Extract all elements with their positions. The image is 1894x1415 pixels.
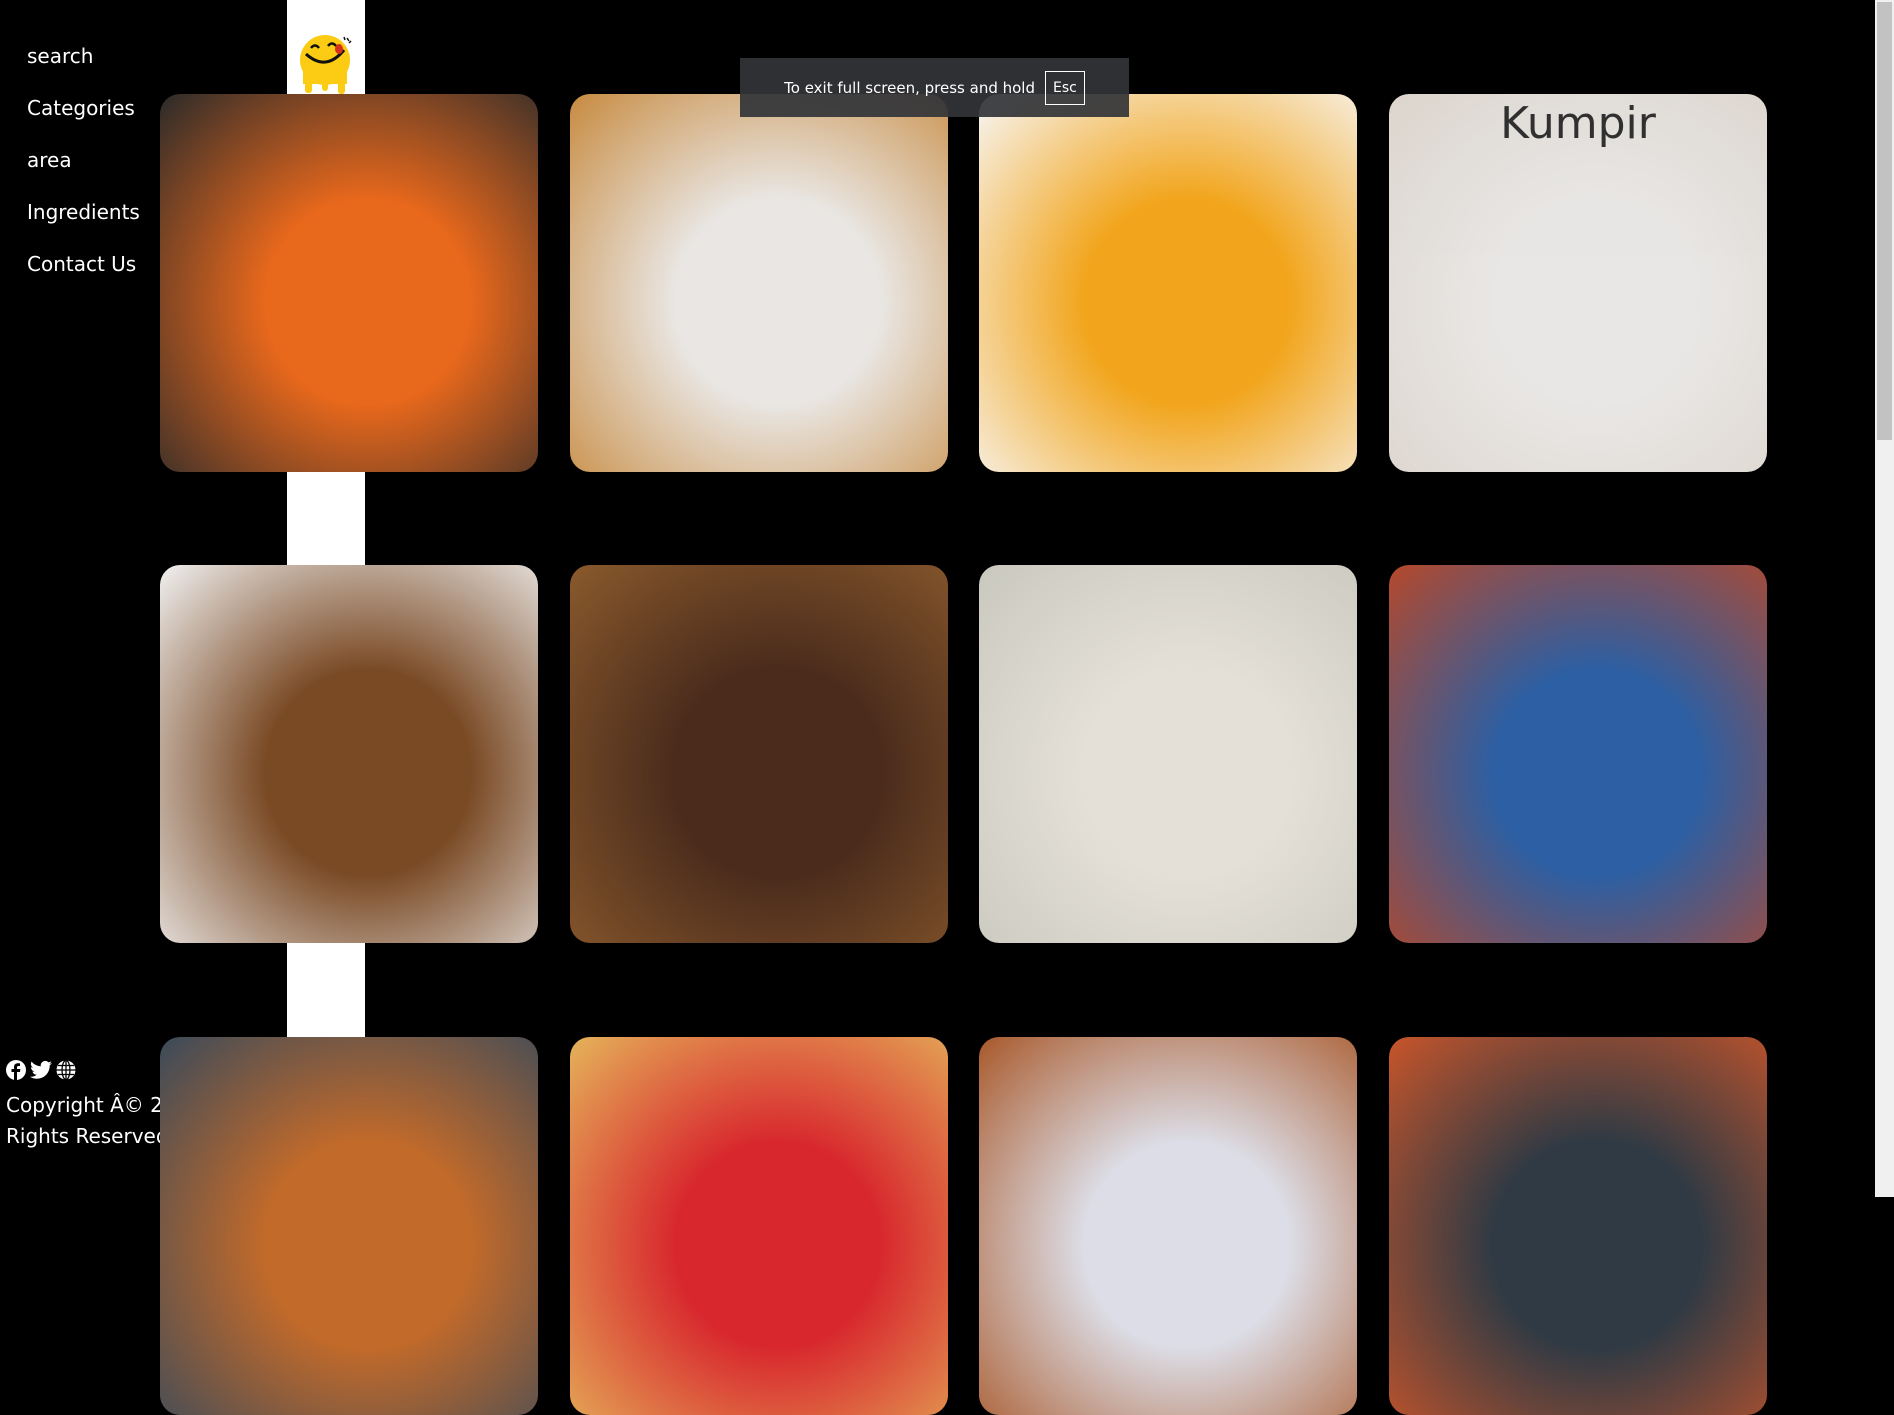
meal-card[interactable] <box>979 94 1357 472</box>
meal-card[interactable] <box>979 1037 1357 1415</box>
globe-icon[interactable] <box>56 1060 76 1080</box>
twitter-icon[interactable] <box>30 1060 52 1080</box>
meal-card[interactable] <box>570 565 948 943</box>
meal-card[interactable] <box>1389 565 1767 943</box>
meal-card[interactable] <box>160 94 538 472</box>
meal-card[interactable] <box>160 565 538 943</box>
nav-contact-us[interactable]: Contact Us <box>27 252 136 276</box>
facebook-icon[interactable] <box>6 1060 26 1080</box>
meal-card[interactable] <box>1389 1037 1767 1415</box>
scrollbar[interactable] <box>1875 0 1894 1197</box>
logo-smiley[interactable] <box>300 34 354 96</box>
meal-card[interactable] <box>979 565 1357 943</box>
toast-text: To exit full screen, press and hold <box>784 78 1035 97</box>
meal-card[interactable] <box>570 94 948 472</box>
fullscreen-toast: To exit full screen, press and hold Esc <box>740 58 1129 117</box>
meal-card[interactable]: Kumpir <box>1389 94 1767 472</box>
meal-title: Kumpir <box>1500 98 1656 149</box>
esc-key-badge: Esc <box>1045 70 1085 105</box>
nav-area[interactable]: area <box>27 148 72 172</box>
meal-card[interactable] <box>160 1037 538 1415</box>
nav-search[interactable]: search <box>27 44 93 68</box>
scrollbar-thumb[interactable] <box>1877 2 1892 440</box>
social-links <box>6 1060 76 1080</box>
meal-card[interactable] <box>570 1037 948 1415</box>
nav-categories[interactable]: Categories <box>27 96 135 120</box>
nav-ingredients[interactable]: Ingredients <box>27 200 140 224</box>
